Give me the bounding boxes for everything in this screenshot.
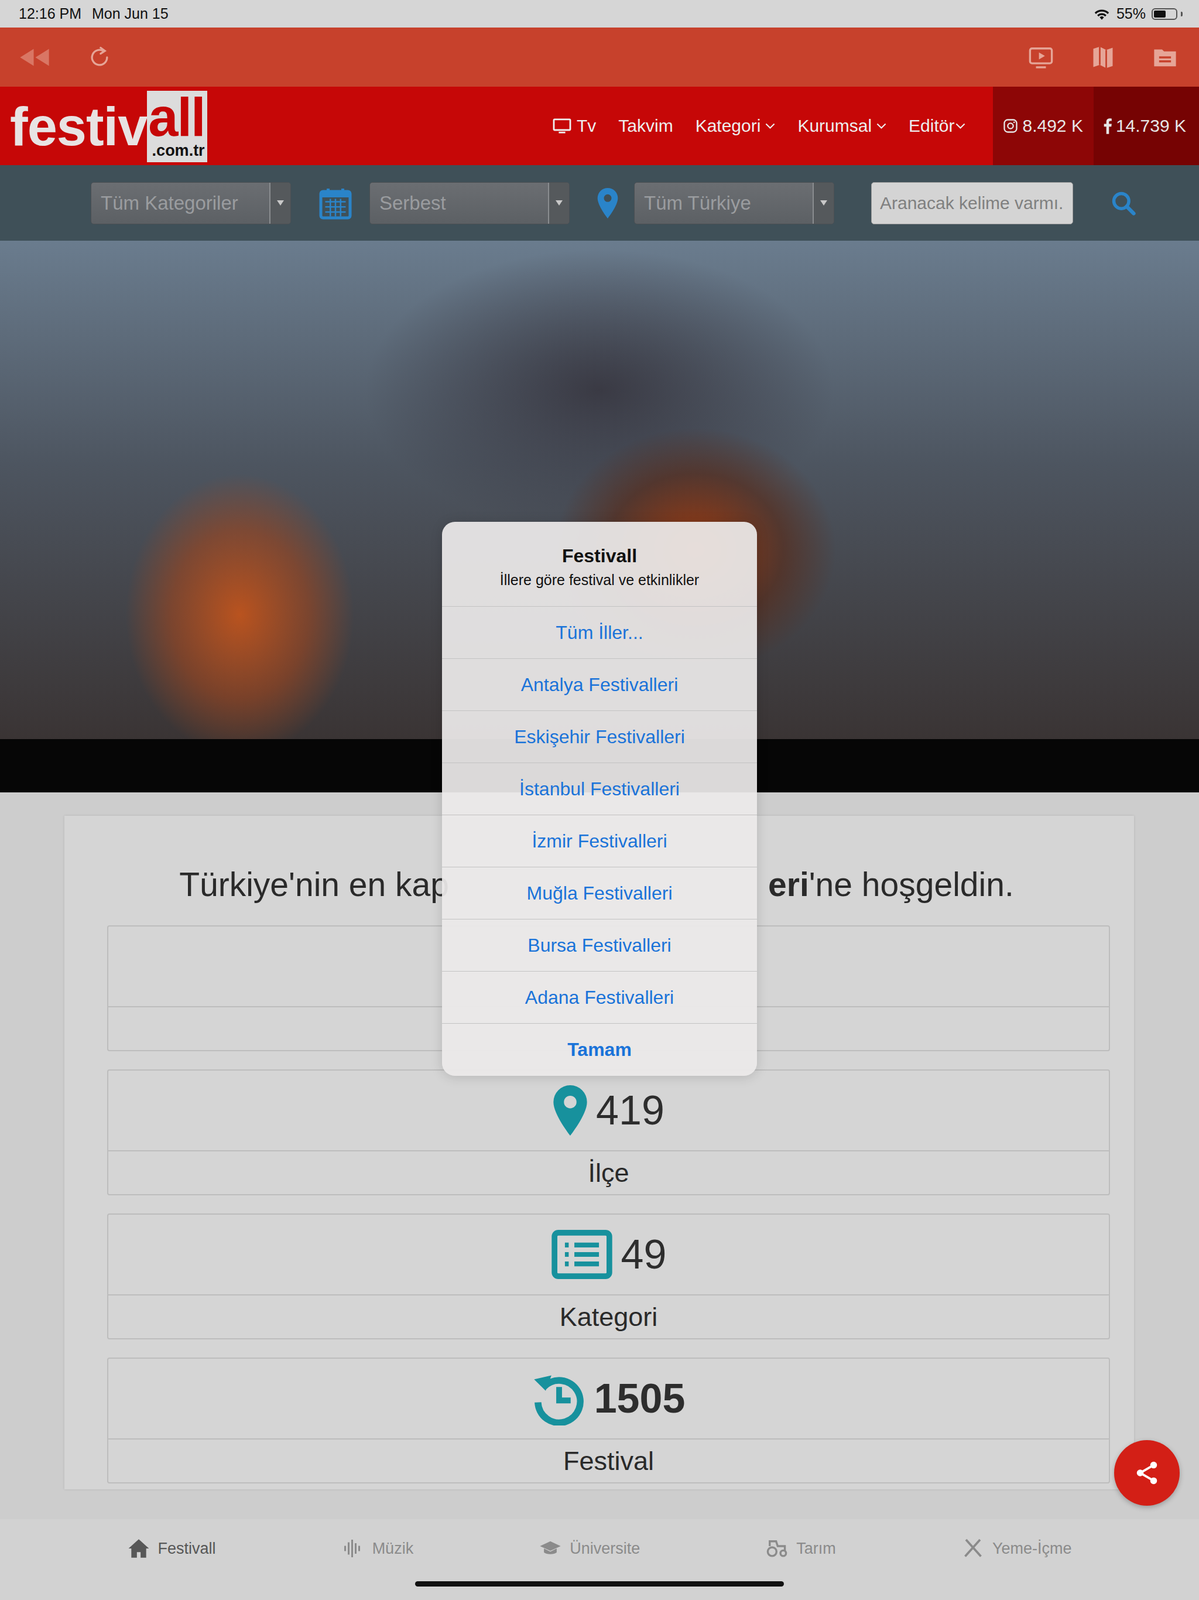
category-select[interactable]: Tüm Kategoriler bbox=[90, 182, 291, 225]
tv-icon bbox=[552, 117, 572, 135]
document-icon bbox=[1152, 44, 1178, 71]
tab-bar: Festivall Müzik Üniversite Tarım Yeme-İç… bbox=[0, 1518, 1199, 1578]
site-logo[interactable]: festiv all .com.tr bbox=[9, 90, 208, 163]
search-input[interactable] bbox=[871, 182, 1074, 225]
history-icon bbox=[532, 1371, 587, 1425]
dialog-action[interactable]: İstanbul Festivalleri bbox=[442, 762, 757, 815]
ipad-screen: 12:16 PM Mon Jun 15 55% festiv all .com.… bbox=[0, 0, 1199, 1600]
status-bar: 12:16 PM Mon Jun 15 55% bbox=[0, 0, 1199, 28]
stat-box: 419 İlçe bbox=[107, 1069, 1111, 1195]
reload-button[interactable] bbox=[86, 44, 113, 71]
battery-percent: 55% bbox=[1116, 5, 1146, 23]
action-dialog: Festivall İllere göre festival ve etkinl… bbox=[442, 521, 757, 1076]
battery-icon bbox=[1151, 8, 1178, 20]
instagram-icon bbox=[1002, 117, 1019, 135]
tractor-icon bbox=[765, 1537, 789, 1559]
chevron-down-icon bbox=[876, 122, 887, 130]
tab-item[interactable]: Müzik bbox=[341, 1537, 414, 1559]
status-date: Mon Jun 15 bbox=[91, 5, 169, 23]
search-icon bbox=[1110, 190, 1137, 217]
nav-item[interactable]: Editör bbox=[897, 86, 977, 166]
dialog-action[interactable]: Adana Festivalleri bbox=[442, 971, 757, 1024]
map-icon bbox=[1090, 44, 1116, 71]
nav-item[interactable]: Takvim bbox=[607, 86, 684, 166]
reload-icon bbox=[86, 44, 113, 71]
date-select[interactable]: Serbest bbox=[369, 182, 570, 225]
social-link[interactable]: 14.739 K bbox=[1093, 86, 1199, 166]
facebook-icon bbox=[1102, 117, 1113, 135]
tab-item[interactable]: Yeme-İçme bbox=[961, 1537, 1072, 1559]
video-button[interactable] bbox=[1028, 44, 1054, 71]
dialog-action[interactable]: Antalya Festivalleri bbox=[442, 658, 757, 711]
dialog-message: İllere göre festival ve etkinlikler bbox=[456, 571, 743, 589]
dialog-action[interactable]: Bursa Festivalleri bbox=[442, 919, 757, 972]
dialog-action[interactable]: Tüm İller... bbox=[442, 606, 757, 659]
map-button[interactable] bbox=[1090, 44, 1116, 71]
wifi-icon bbox=[1093, 7, 1111, 21]
nav-item[interactable]: Kurumsal bbox=[786, 86, 898, 166]
nav-item[interactable]: Kategori bbox=[684, 86, 787, 166]
tab-item[interactable]: Üniversite bbox=[539, 1537, 640, 1559]
share-button[interactable] bbox=[1114, 1439, 1180, 1506]
tab-item[interactable]: Tarım bbox=[765, 1537, 837, 1559]
location-pin-icon bbox=[596, 187, 619, 219]
chevron-down-icon bbox=[765, 122, 776, 130]
share-icon bbox=[1133, 1458, 1161, 1486]
dialog-action[interactable]: İzmir Festivalleri bbox=[442, 814, 757, 868]
list-icon bbox=[550, 1229, 613, 1279]
filter-bar: Tüm Kategoriler Serbest Tüm Türkiye bbox=[0, 165, 1199, 241]
calendar-icon bbox=[317, 185, 354, 221]
back-button[interactable] bbox=[17, 45, 52, 70]
video-icon bbox=[1028, 44, 1054, 71]
fork-knife-icon bbox=[961, 1537, 985, 1559]
stat-box: 49 Kategori bbox=[107, 1213, 1111, 1339]
home-indicator[interactable] bbox=[415, 1580, 784, 1586]
dialog-action[interactable]: Muğla Festivalleri bbox=[442, 867, 757, 920]
location-select[interactable]: Tüm Türkiye bbox=[634, 182, 835, 225]
dialog-title: Festivall bbox=[456, 545, 743, 567]
tab-item[interactable]: Festivall bbox=[127, 1537, 217, 1559]
rewind-icon bbox=[17, 45, 52, 70]
home-icon bbox=[127, 1537, 150, 1559]
site-nav: Tv Takvim Kategori Kurumsal Editör 8.492… bbox=[540, 86, 1199, 166]
search-button[interactable] bbox=[1110, 190, 1137, 217]
nav-item[interactable]: Tv bbox=[540, 86, 608, 166]
browser-toolbar bbox=[0, 27, 1199, 87]
stat-box: 1505 Festival bbox=[107, 1357, 1111, 1483]
site-header: festiv all .com.tr Tv Takvim Kategori Ku… bbox=[0, 86, 1199, 166]
dialog-action[interactable]: Tamam bbox=[442, 1023, 757, 1076]
social-link[interactable]: 8.492 K bbox=[992, 86, 1094, 166]
document-button[interactable] bbox=[1152, 44, 1178, 71]
chevron-down-icon bbox=[955, 122, 966, 130]
sound-wave-icon bbox=[341, 1537, 365, 1559]
graduation-cap-icon bbox=[539, 1537, 562, 1559]
status-time: 12:16 PM bbox=[18, 5, 82, 23]
dialog-action[interactable]: Eskişehir Festivalleri bbox=[442, 710, 757, 763]
location-pin-icon bbox=[552, 1084, 588, 1136]
